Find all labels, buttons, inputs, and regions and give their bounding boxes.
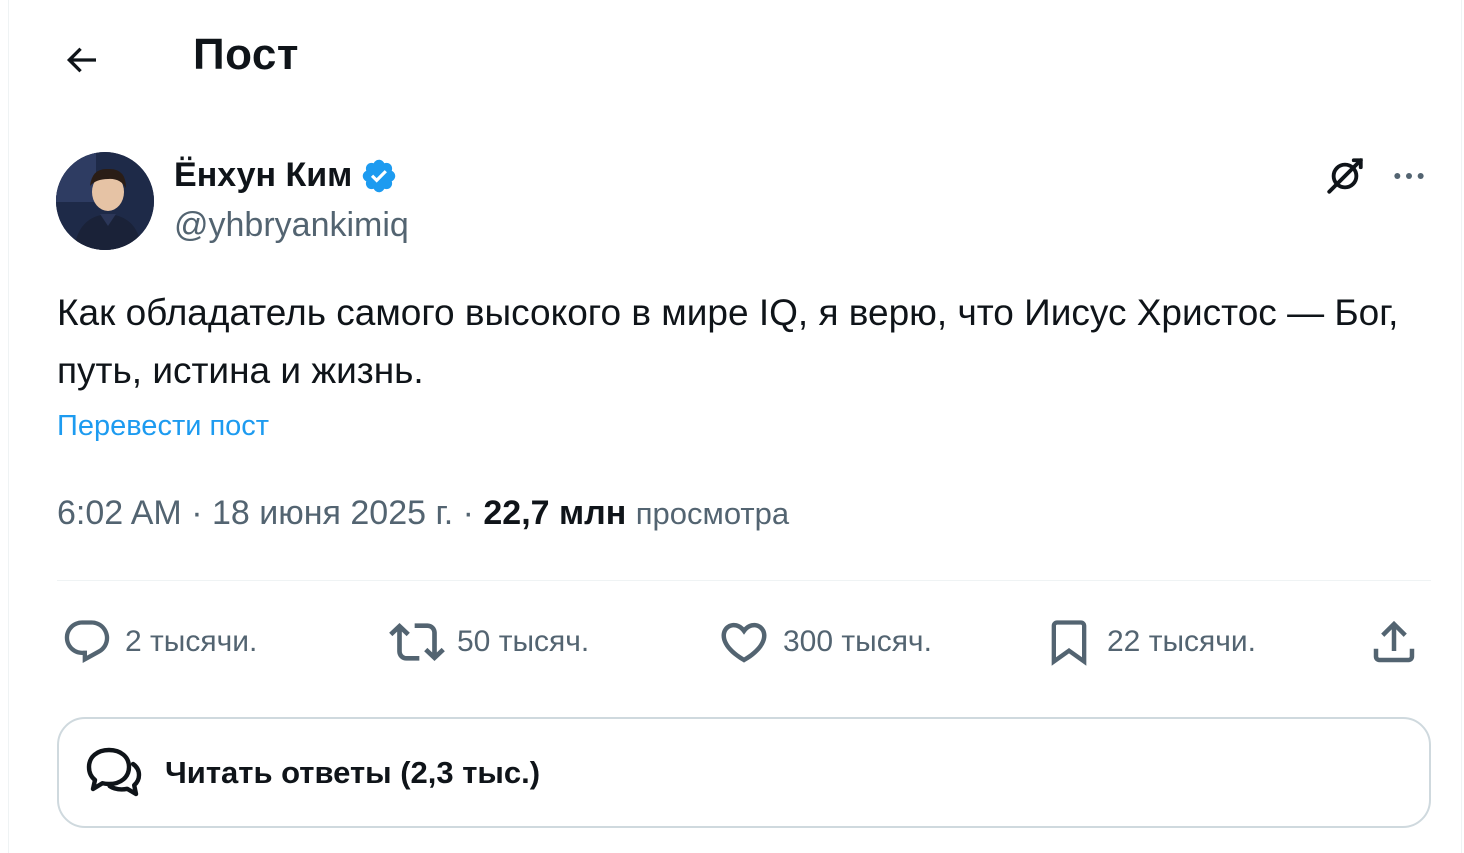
author-handle[interactable]: @yhbryankimiq (174, 206, 409, 245)
avatar-image (56, 152, 154, 250)
like-icon (721, 622, 767, 663)
more-button[interactable] (1383, 152, 1435, 200)
read-replies-label: Читать ответы (2,3 тыс.) (165, 754, 541, 790)
post-page: Пост Ёнхун Ким @yhbryankimiq Как обладат… (8, 0, 1462, 853)
bookmark-button[interactable]: 22 тысячи. (1043, 614, 1256, 670)
views-label: просмотра (635, 496, 790, 531)
post-text: Как обладатель самого высокого в мире IQ… (57, 292, 1399, 391)
like-count: 300 тысяч. (783, 625, 932, 658)
read-replies-button[interactable]: Читать ответы (2,3 тыс.) (57, 717, 1431, 828)
views-count: 22,7 млн (483, 494, 627, 532)
grok-button[interactable] (1319, 152, 1371, 200)
replies-bubble-icon (86, 747, 142, 796)
grok-icon (1327, 158, 1363, 194)
repost-icon (389, 623, 445, 661)
back-button[interactable] (53, 32, 109, 88)
bookmark-count: 22 тысячи. (1107, 625, 1256, 658)
verified-badge-icon[interactable] (360, 157, 398, 195)
meta-separator: · (462, 494, 474, 532)
back-arrow-icon (66, 47, 96, 73)
post-time[interactable]: 6:02 AM (57, 494, 182, 532)
post-meta: 6:02 AM · 18 июня 2025 г. · 22,7 млн про… (57, 494, 789, 533)
page-title: Пост (193, 30, 299, 79)
reply-icon (64, 620, 110, 664)
share-icon (1373, 620, 1415, 663)
author-name: Ёнхун Ким (174, 156, 398, 195)
more-icon (1394, 173, 1424, 179)
avatar[interactable] (56, 152, 154, 250)
repost-count: 50 тысяч. (457, 625, 590, 658)
author-name-text[interactable]: Ёнхун Ким (174, 156, 352, 195)
reply-count: 2 тысячи. (125, 625, 258, 658)
share-button[interactable] (1367, 614, 1421, 670)
repost-button[interactable]: 50 тысяч. (389, 614, 589, 670)
reply-button[interactable]: 2 тысячи. (61, 614, 257, 670)
like-button[interactable]: 300 тысяч. (717, 614, 932, 670)
translate-post-link[interactable]: Перевести пост (57, 410, 269, 443)
divider (57, 580, 1431, 581)
meta-separator: · (191, 494, 203, 532)
bookmark-icon (1051, 620, 1087, 666)
post-date[interactable]: 18 июня 2025 г. (212, 494, 453, 532)
